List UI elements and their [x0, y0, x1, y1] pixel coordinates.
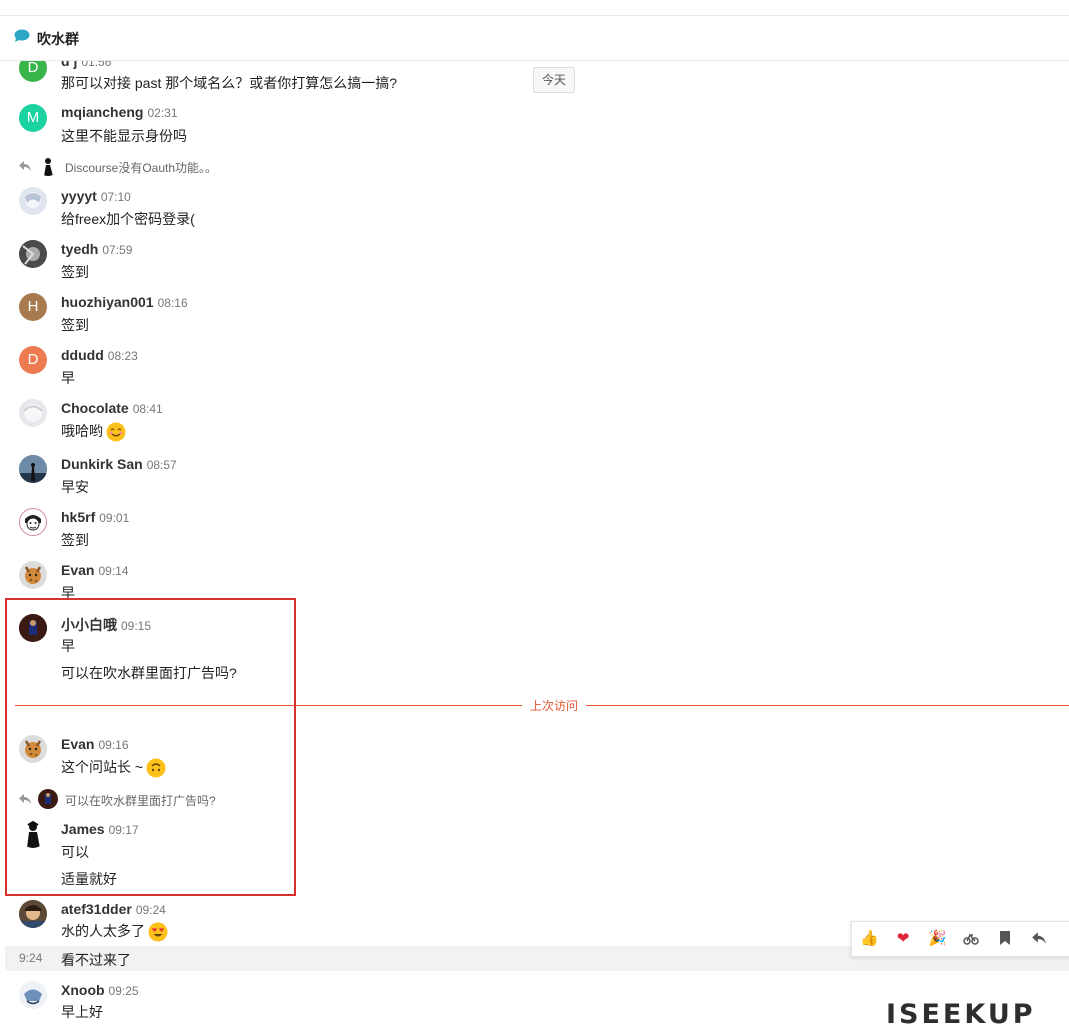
- message-time: 9:24: [19, 951, 43, 965]
- heart-eyes-face-icon: [148, 922, 168, 942]
- bicycle-icon[interactable]: [962, 930, 980, 948]
- message-text: 哦哈哟: [61, 421, 126, 442]
- chat-bubble-icon: [14, 29, 30, 42]
- message-text: 看不过来了: [61, 952, 131, 968]
- message-text: 那可以对接 past 那个域名么？或者你打算怎么搞一搞?: [61, 75, 398, 91]
- avatar[interactable]: D: [19, 346, 47, 374]
- reply-text: Discourse没有Oauth功能。。: [65, 161, 218, 175]
- message-text: 早: [61, 370, 75, 386]
- reply-text: 可以在吹水群里面打广告吗?: [65, 794, 216, 808]
- message-text: 可以在吹水群里面打广告吗?: [61, 665, 237, 681]
- message-text: 可以: [61, 844, 89, 860]
- message-author[interactable]: 小小白哦 09:15: [61, 615, 151, 635]
- thumbs-up-icon[interactable]: 👍: [860, 930, 879, 948]
- message-author[interactable]: Evan 09:16: [61, 736, 129, 752]
- message-author[interactable]: huozhiyan001 08:16: [61, 294, 188, 310]
- reply-avatar: [38, 789, 58, 809]
- message-author[interactable]: tyedh 07:59: [61, 241, 132, 257]
- message-text: 水的人太多了: [61, 921, 168, 942]
- message-text: 早: [61, 585, 75, 601]
- smiling-face-icon: [106, 422, 126, 442]
- last-visit-label: 上次访问: [522, 697, 587, 714]
- message-text: 签到: [61, 317, 89, 333]
- highlight-box: [5, 598, 296, 896]
- message-author[interactable]: hk5rf 09:01: [61, 509, 129, 525]
- message-actions-toolbar: 👍 ❤ 🎉: [851, 921, 1069, 957]
- reply-arrow-icon: [19, 161, 31, 171]
- message-text: 早上好: [61, 1004, 103, 1020]
- message-text: 签到: [61, 532, 89, 548]
- message-text: 给freex加个密码登录(: [61, 211, 195, 227]
- party-popper-icon[interactable]: 🎉: [928, 930, 947, 948]
- heart-icon[interactable]: ❤: [894, 930, 912, 948]
- date-divider: 今天: [533, 67, 575, 93]
- avatar[interactable]: H: [19, 293, 47, 321]
- message-author[interactable]: ddudd 08:23: [61, 347, 138, 363]
- message-author[interactable]: Xnoob 09:25: [61, 982, 139, 998]
- channel-title[interactable]: 吹水群: [37, 29, 79, 49]
- message-text: 早: [61, 638, 75, 654]
- upside-down-face-icon: [146, 758, 166, 778]
- avatar[interactable]: [19, 820, 47, 848]
- reply-avatar: [38, 156, 58, 176]
- message-text: 这里不能显示身份吗: [61, 128, 187, 144]
- message-author[interactable]: Dunkirk San 08:57: [61, 456, 177, 472]
- avatar[interactable]: [19, 240, 47, 268]
- message-text: 适量就好: [61, 871, 117, 887]
- message-author[interactable]: atef31dder 09:24: [61, 901, 166, 917]
- avatar[interactable]: [19, 508, 47, 536]
- message-author[interactable]: yyyyt 07:10: [61, 188, 131, 204]
- avatar[interactable]: [19, 455, 47, 483]
- message-author[interactable]: Evan 09:14: [61, 562, 129, 578]
- message-author[interactable]: James 09:17: [61, 821, 139, 837]
- watermark-logo: ISEEKUP: [886, 999, 1036, 1030]
- reply-icon[interactable]: [1030, 930, 1048, 948]
- channel-header: 吹水群: [0, 16, 1069, 61]
- avatar[interactable]: [19, 981, 47, 1009]
- message-text: 签到: [61, 264, 89, 280]
- message-author[interactable]: mqiancheng 02:31: [61, 104, 178, 120]
- avatar[interactable]: [19, 399, 47, 427]
- message-text: 这个问站长 ~: [61, 757, 166, 778]
- avatar[interactable]: [19, 187, 47, 215]
- avatar[interactable]: [19, 735, 47, 763]
- avatar[interactable]: M: [19, 104, 47, 132]
- message-author[interactable]: Chocolate 08:41: [61, 400, 163, 416]
- reply-arrow-icon: [19, 794, 31, 804]
- message-text: 早安: [61, 479, 89, 495]
- bookmark-icon[interactable]: [996, 930, 1014, 948]
- avatar[interactable]: [19, 561, 47, 589]
- avatar[interactable]: [19, 614, 47, 642]
- avatar[interactable]: [19, 900, 47, 928]
